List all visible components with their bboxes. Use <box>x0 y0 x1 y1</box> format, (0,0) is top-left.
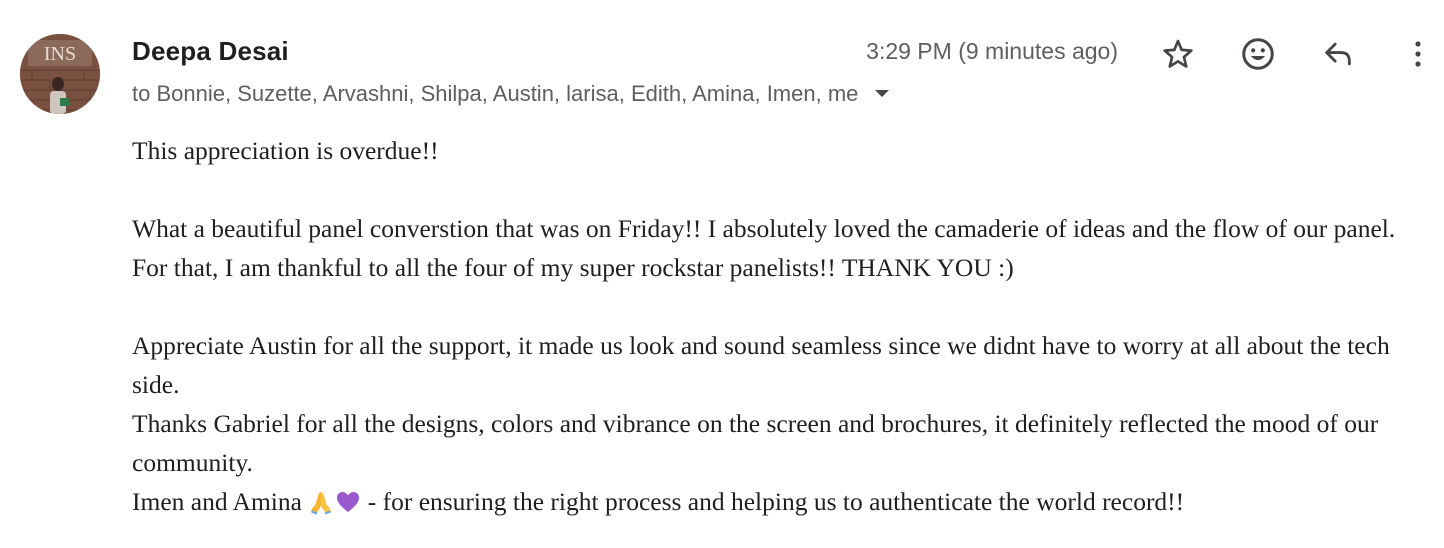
star-icon <box>1163 39 1193 68</box>
email-timestamp: 3:29 PM (9 minutes ago) <box>866 38 1118 64</box>
folded-hands-emoji <box>311 492 332 515</box>
reply-icon <box>1325 42 1351 66</box>
caret-down-icon[interactable] <box>868 80 896 108</box>
body-paragraph-3b: Thanks Gabriel for all the designs, colo… <box>132 409 1379 477</box>
add-reaction-button[interactable] <box>1236 32 1280 76</box>
body-paragraph-3c-suffix: - for ensuring the right process and hel… <box>361 487 1185 516</box>
more-options-button[interactable] <box>1396 32 1440 76</box>
body-line-1: This appreciation is overdue!! <box>132 136 439 165</box>
sender-name[interactable]: Deepa Desai <box>132 36 289 67</box>
more-vert-icon <box>1415 41 1421 67</box>
email-body: This appreciation is overdue!! What a be… <box>132 131 1432 521</box>
body-paragraph-3a: Appreciate Austin for all the support, i… <box>132 331 1390 399</box>
reply-button[interactable] <box>1316 32 1360 76</box>
recipients-text: to Bonnie, Suzette, Arvashni, Shilpa, Au… <box>132 81 859 106</box>
purple-heart-emoji <box>337 492 360 512</box>
avatar-photo: INS <box>20 34 100 114</box>
star-button[interactable] <box>1156 32 1200 76</box>
body-paragraph-2: What a beautiful panel converstion that … <box>132 214 1396 282</box>
body-paragraph-3c: Imen and Amina - for ensuring the right … <box>132 482 1432 521</box>
avatar-sign-text: INS <box>44 43 76 65</box>
recipients-line: to Bonnie, Suzette, Arvashni, Shilpa, Au… <box>132 80 896 108</box>
add-reaction-icon <box>1242 38 1274 70</box>
sender-avatar[interactable]: INS <box>20 34 100 114</box>
body-paragraph-3c-prefix: Imen and Amina <box>132 487 309 516</box>
